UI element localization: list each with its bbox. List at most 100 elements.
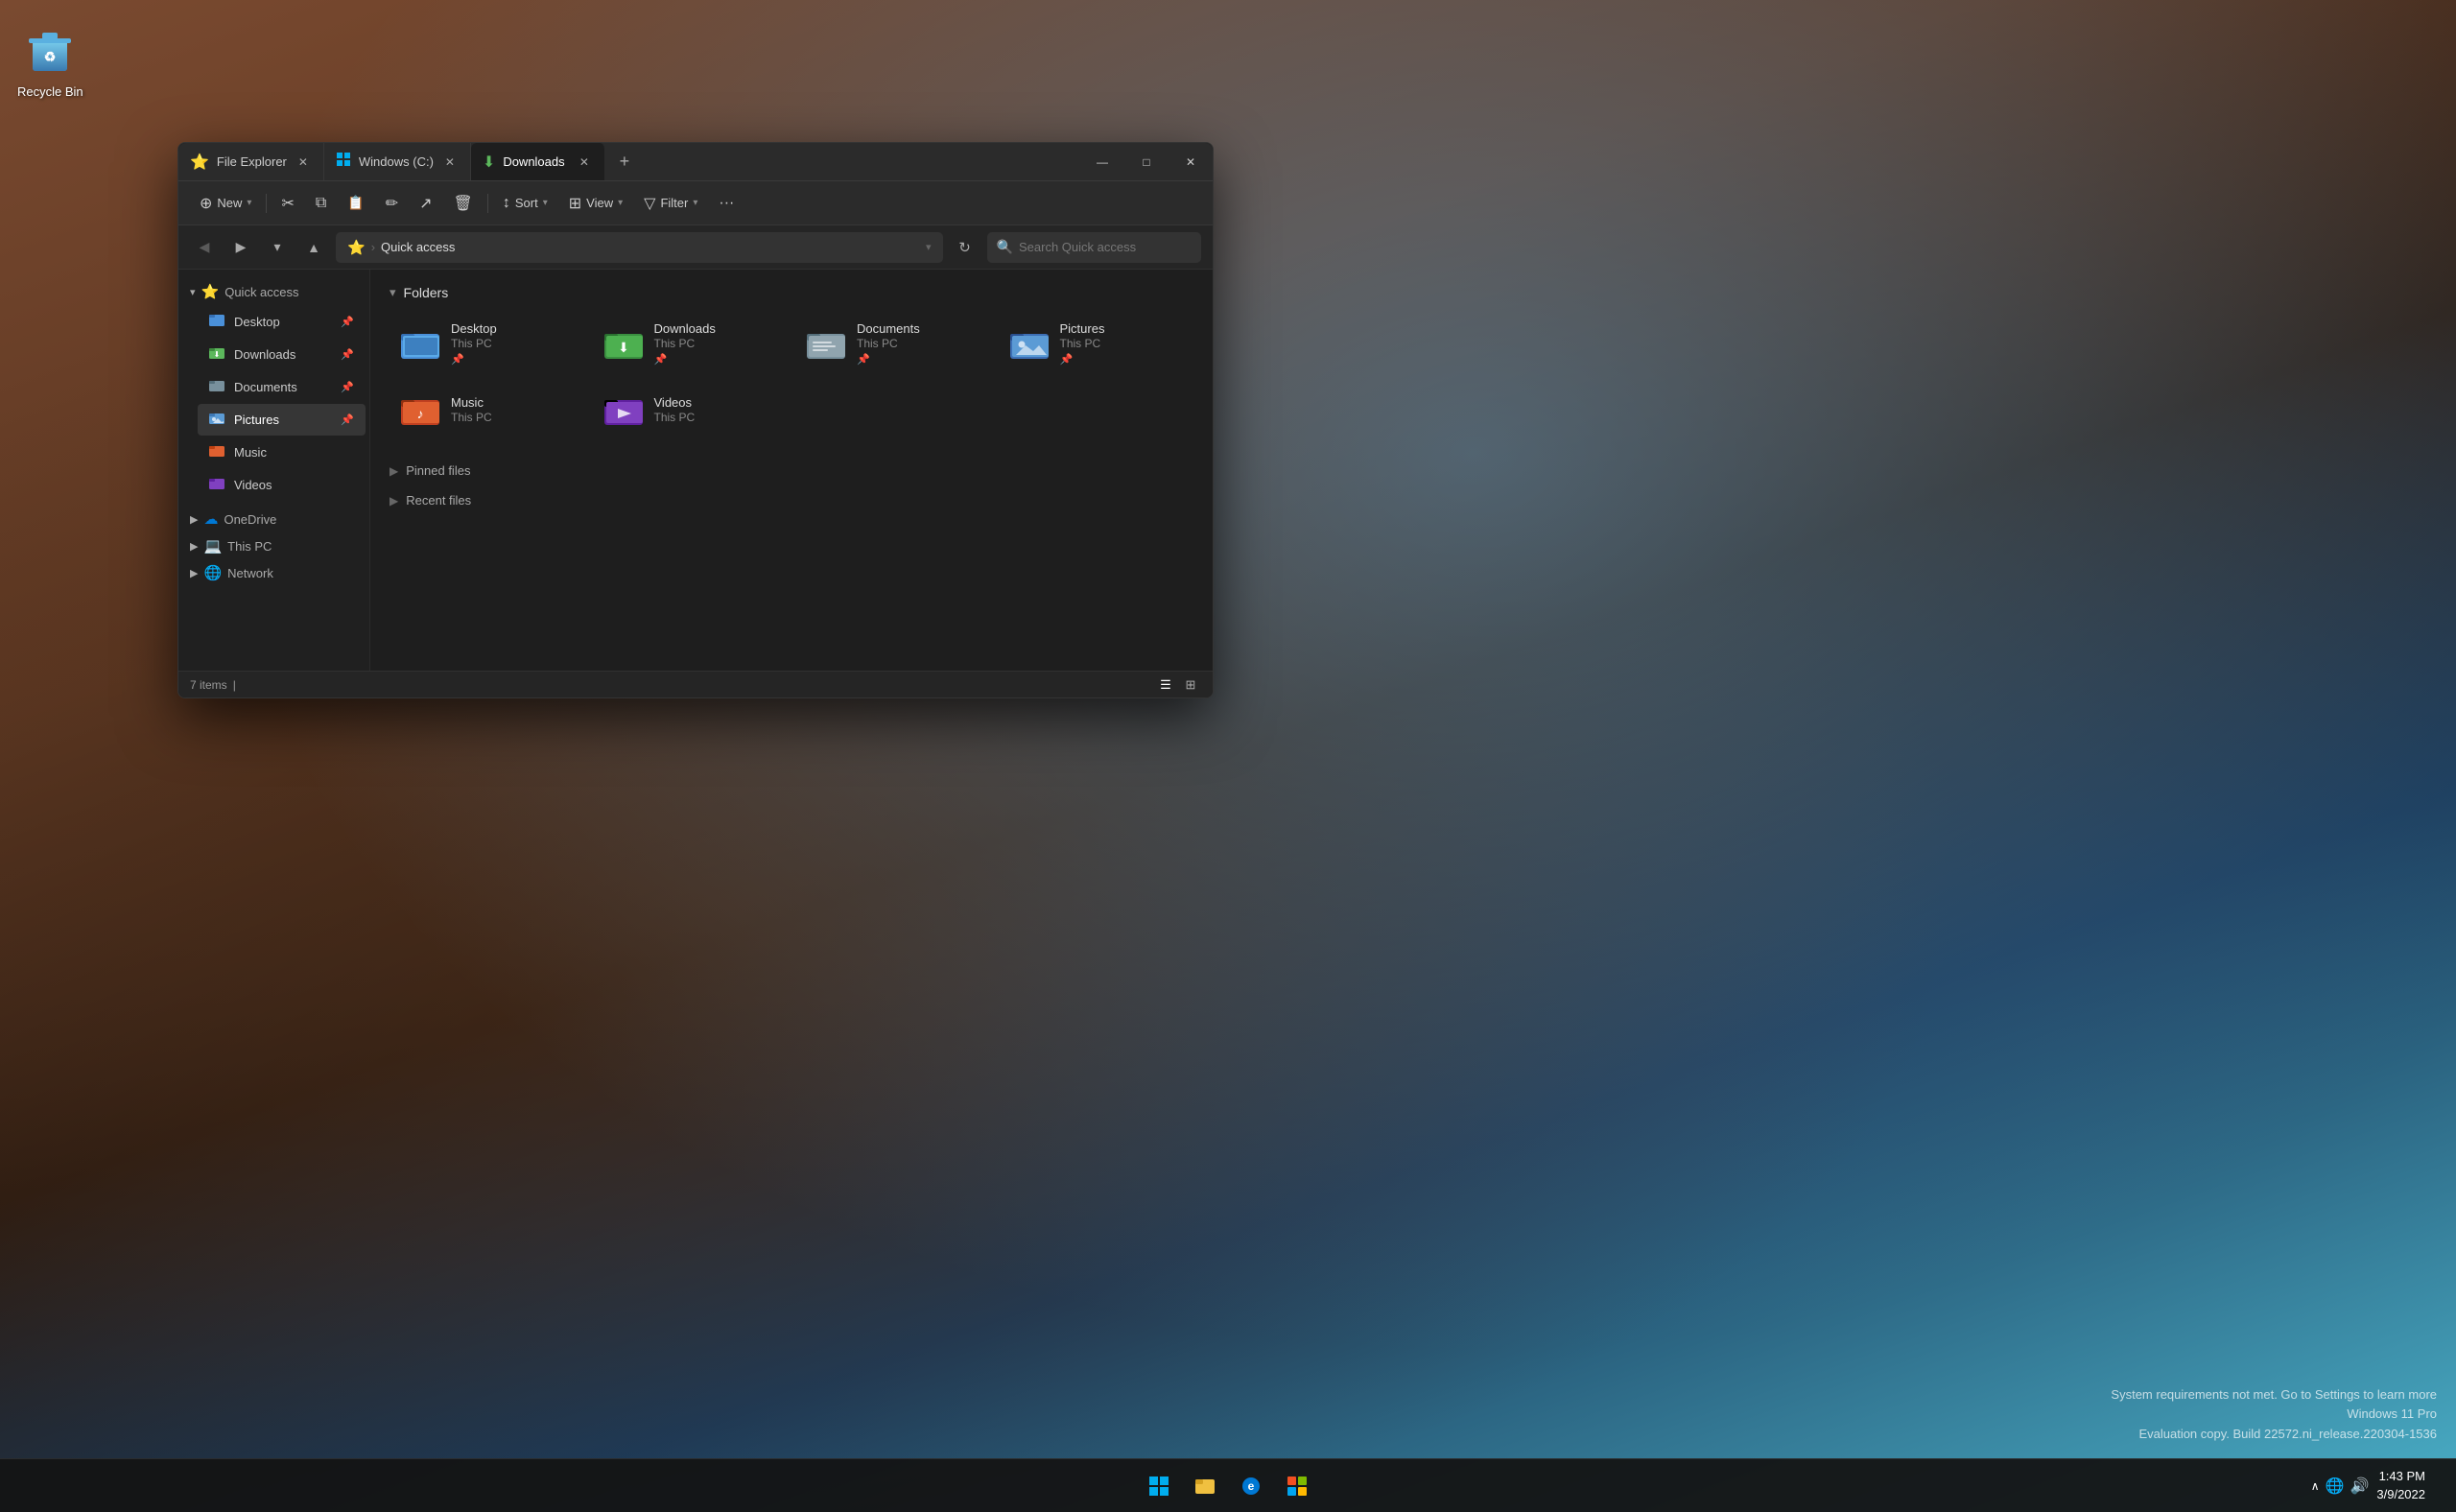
downloads-folder-info: Downloads This PC 📌 <box>654 321 716 366</box>
desktop-folder-icon <box>207 311 226 333</box>
tab-file-explorer[interactable]: ⭐ File Explorer ✕ <box>178 143 324 180</box>
address-path[interactable]: ⭐ › Quick access ▾ <box>336 232 943 263</box>
folder-item-documents[interactable]: Documents This PC 📌 <box>795 314 991 373</box>
videos-folder-info: Videos This PC <box>654 395 696 424</box>
thispc-expand-icon: ▶ <box>190 540 198 553</box>
rename-button[interactable]: ✏ <box>376 189 408 218</box>
search-input[interactable] <box>1019 240 1192 254</box>
copy-icon: ⧉ <box>316 195 326 212</box>
svg-text:♻: ♻ <box>44 49 57 64</box>
filter-icon: ▽ <box>644 194 655 213</box>
sidebar-network-label: Network <box>227 566 273 580</box>
grid-view-toggle[interactable]: ⊞ <box>1180 674 1201 696</box>
pictures-folder-sub: This PC <box>1060 337 1105 350</box>
clock-date: 3/9/2022 <box>2376 1486 2425 1503</box>
sort-button[interactable]: ↕ Sort ▾ <box>493 190 557 217</box>
sidebar-onedrive-header[interactable]: ▶ ☁ OneDrive <box>182 507 366 532</box>
sidebar-onedrive-label: OneDrive <box>224 512 276 527</box>
taskbar-store-icon[interactable] <box>1276 1465 1318 1507</box>
cut-button[interactable]: ✂ <box>272 189 303 218</box>
minimize-button[interactable]: — <box>1080 143 1124 181</box>
up-button[interactable]: ▲ <box>299 233 328 262</box>
taskbar-file-explorer-icon[interactable] <box>1184 1465 1226 1507</box>
filter-button[interactable]: ▽ Filter ▾ <box>634 189 707 218</box>
pinned-files-section-header[interactable]: ▶ Pinned files <box>390 458 1193 484</box>
documents-folder-icon <box>207 376 226 398</box>
toolbar: ⊕ New ▾ ✂ ⧉ 📋 ✏ ↗ 🗑 ↕ Sort ▾ ⊞ <box>178 181 1213 225</box>
sidebar-thispc-header[interactable]: ▶ 💻 This PC <box>182 533 366 558</box>
folders-section-header[interactable]: ▾ Folders <box>390 285 1193 300</box>
recycle-bin-label: Recycle Bin <box>17 84 83 99</box>
music-folder-info: Music This PC <box>451 395 492 424</box>
tab-add-button[interactable]: + <box>609 147 640 177</box>
delete-button[interactable]: 🗑 <box>444 189 483 218</box>
tab-file-explorer-label: File Explorer <box>217 154 287 169</box>
sidebar-item-desktop[interactable]: Desktop 📌 <box>198 306 366 338</box>
recent-files-section-header[interactable]: ▶ Recent files <box>390 487 1193 513</box>
pinned-files-title: Pinned files <box>406 463 470 478</box>
sidebar-network-header[interactable]: ▶ 🌐 Network <box>182 560 366 585</box>
paste-button[interactable]: 📋 <box>338 190 373 216</box>
new-icon: ⊕ <box>200 194 212 213</box>
recycle-bin-graphic: ♻ <box>21 23 79 81</box>
delete-icon: 🗑 <box>454 194 473 213</box>
close-button[interactable]: ✕ <box>1169 143 1213 181</box>
sidebar-quick-access-header[interactable]: ▾ ⭐ Quick access <box>182 279 366 304</box>
share-button[interactable]: ↗ <box>410 189 441 218</box>
tab-file-explorer-close[interactable]: ✕ <box>295 154 312 171</box>
recent-locations-button[interactable]: ▾ <box>263 233 292 262</box>
taskbar-edge-icon[interactable]: e <box>1230 1465 1272 1507</box>
svg-text:e: e <box>1248 1479 1255 1493</box>
content-panel: ▾ Folders Desktop <box>370 270 1213 671</box>
new-button[interactable]: ⊕ New ▾ <box>190 189 261 218</box>
desktop-folder-sub: This PC <box>451 337 497 350</box>
cut-icon: ✂ <box>281 194 294 213</box>
sidebar-item-pictures[interactable]: Pictures 📌 <box>198 404 366 436</box>
downloads-pin-icon: 📌 <box>341 348 354 361</box>
videos-folder-sub: This PC <box>654 411 696 424</box>
sidebar-item-music[interactable]: Music <box>198 437 366 468</box>
taskbar-clock[interactable]: 1:43 PM 3/9/2022 <box>2376 1468 2425 1502</box>
maximize-button[interactable]: □ <box>1124 143 1169 181</box>
address-bar: ◀ ▶ ▾ ▲ ⭐ › Quick access ▾ ↻ 🔍 <box>178 225 1213 270</box>
tab-downloads[interactable]: ⬇ Downloads ✕ <box>471 143 605 180</box>
recycle-bin-icon[interactable]: ♻ Recycle Bin <box>10 15 91 106</box>
watermark-line2: Windows 11 Pro <box>2111 1405 2437 1425</box>
forward-button[interactable]: ▶ <box>226 233 255 262</box>
start-button[interactable] <box>1138 1465 1180 1507</box>
folders-section-title: Folders <box>404 285 449 300</box>
tab-windows-c-close[interactable]: ✕ <box>441 154 459 171</box>
volume-icon[interactable]: 🔊 <box>2350 1477 2369 1496</box>
address-separator: › <box>371 240 375 254</box>
folder-item-music[interactable]: ♪ Music This PC <box>390 381 585 438</box>
videos-folder-name: Videos <box>654 395 696 410</box>
tab-downloads-close[interactable]: ✕ <box>576 154 593 171</box>
folder-item-pictures[interactable]: Pictures This PC 📌 <box>999 314 1194 373</box>
tab-windows-c-icon <box>336 152 351 172</box>
up-arrow-icon[interactable]: ∧ <box>2311 1479 2320 1493</box>
folder-item-downloads[interactable]: ⬇ Downloads This PC 📌 <box>593 314 789 373</box>
sidebar-item-videos[interactable]: Videos <box>198 469 366 501</box>
refresh-button[interactable]: ↻ <box>951 233 980 262</box>
sidebar-star-icon: ⭐ <box>201 283 220 300</box>
tab-downloads-icon: ⬇ <box>483 153 495 172</box>
more-button[interactable]: ··· <box>709 190 744 217</box>
folder-item-videos[interactable]: Videos This PC <box>593 381 789 438</box>
tab-windows-c[interactable]: Windows (C:) ✕ <box>324 143 471 180</box>
recent-files-title: Recent files <box>406 493 471 508</box>
sidebar-item-downloads[interactable]: ⬇ Downloads 📌 <box>198 339 366 370</box>
address-path-text: Quick access <box>381 240 455 254</box>
list-view-toggle[interactable]: ☰ <box>1155 674 1176 696</box>
back-button[interactable]: ◀ <box>190 233 219 262</box>
view-label: View <box>586 196 613 210</box>
network-sys-icon[interactable]: 🌐 <box>2326 1477 2345 1496</box>
address-dropdown-icon[interactable]: ▾ <box>926 241 932 253</box>
sidebar-item-documents[interactable]: Documents 📌 <box>198 371 366 403</box>
videos-folder-icon <box>207 474 226 496</box>
view-button[interactable]: ⊞ View ▾ <box>559 189 632 218</box>
file-explorer-window: ⭐ File Explorer ✕ Windows (C:) ✕ ⬇ Downl… <box>177 142 1214 698</box>
toolbar-separator-1 <box>266 194 267 213</box>
more-icon: ··· <box>719 195 734 212</box>
copy-button[interactable]: ⧉ <box>306 190 336 217</box>
folder-item-desktop[interactable]: Desktop This PC 📌 <box>390 314 585 373</box>
